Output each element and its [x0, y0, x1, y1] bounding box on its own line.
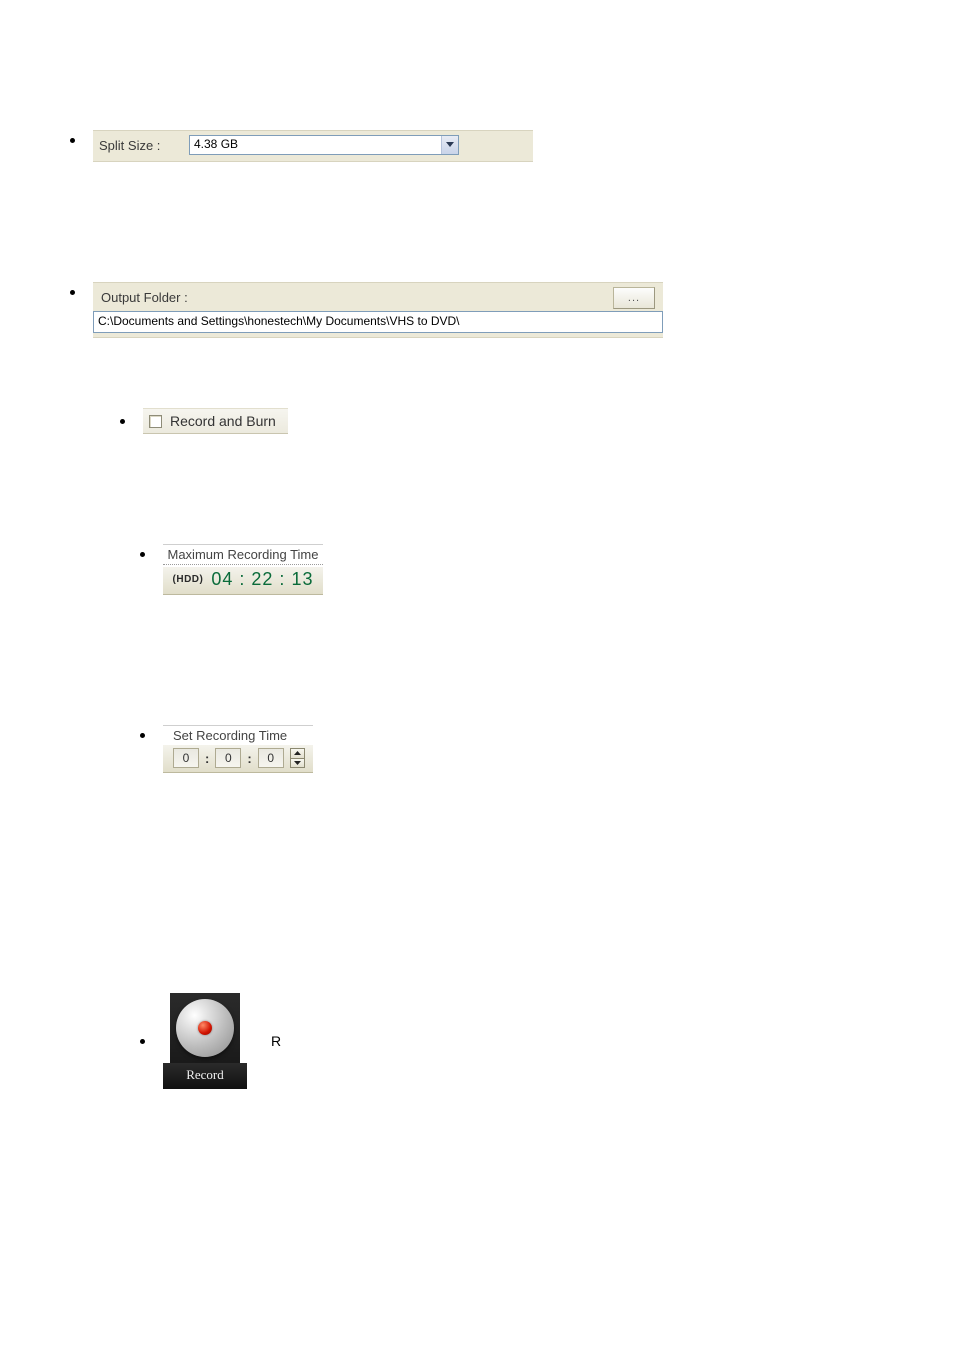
- max-time-seconds: 13: [291, 569, 313, 589]
- spinner-down-button[interactable]: [290, 758, 305, 769]
- max-time-hours: 04: [211, 569, 233, 589]
- bullet-icon: [70, 290, 75, 295]
- output-folder-header: Output Folder : ...: [93, 282, 663, 311]
- empty-bullet: [0, 60, 954, 80]
- dotted-divider: [163, 564, 323, 565]
- browse-button[interactable]: ...: [613, 287, 655, 309]
- bullet-icon: [70, 138, 75, 143]
- panel-bottom-strip: [93, 333, 663, 338]
- record-button[interactable]: Record: [163, 993, 247, 1089]
- maximum-recording-time-title: Maximum Recording Time: [163, 544, 323, 562]
- output-folder-row: Output Folder : ... C:\Documents and Set…: [70, 282, 954, 338]
- empty-bullet-list: [0, 0, 954, 80]
- time-spinner: [290, 748, 305, 768]
- output-folder-label: Output Folder :: [101, 290, 188, 305]
- record-button-caption: Record: [163, 1063, 247, 1089]
- set-recording-time-fields: 0 : 0 : 0: [163, 745, 313, 773]
- record-circle-icon: [176, 999, 234, 1057]
- bullet-icon: [120, 419, 125, 424]
- hdd-label: (HDD): [173, 574, 204, 585]
- record-dot-icon: [198, 1021, 212, 1035]
- record-button-row: Record R: [140, 993, 954, 1089]
- set-recording-time-row: Set Recording Time 0 : 0 : 0: [140, 725, 954, 773]
- split-size-row: Split Size : 4.38 GB: [70, 130, 954, 162]
- record-and-burn-label: Record and Burn: [170, 413, 276, 429]
- record-and-burn-row: Record and Burn: [120, 408, 954, 434]
- empty-bullet: [0, 0, 954, 20]
- bullet-icon: [140, 552, 145, 557]
- split-size-value: 4.38 GB: [190, 136, 441, 154]
- colon-separator: :: [245, 751, 253, 766]
- split-size-panel: Split Size : 4.38 GB: [93, 130, 533, 162]
- record-button-face: [170, 993, 240, 1063]
- chevron-down-icon: [294, 761, 301, 765]
- set-time-hours[interactable]: 0: [173, 748, 199, 768]
- split-size-select[interactable]: 4.38 GB: [189, 135, 459, 155]
- max-time-minutes: 22: [251, 569, 273, 589]
- empty-bullet: [0, 40, 954, 60]
- maximum-recording-time-value: 04 : 22 : 13: [211, 569, 313, 590]
- record-trailing-text: R: [271, 1033, 281, 1049]
- output-folder-panel: Output Folder : ... C:\Documents and Set…: [93, 282, 663, 338]
- bullet-icon: [140, 1039, 145, 1044]
- set-recording-time-box: Set Recording Time 0 : 0 : 0: [163, 725, 313, 773]
- record-and-burn-checkbox[interactable]: [149, 415, 162, 428]
- record-and-burn-box: Record and Burn: [143, 408, 288, 434]
- bullet-icon: [140, 733, 145, 738]
- dropdown-arrow-icon[interactable]: [441, 136, 458, 154]
- output-folder-path-field[interactable]: C:\Documents and Settings\honestech\My D…: [93, 311, 663, 333]
- colon-separator: :: [203, 751, 211, 766]
- maximum-recording-time-box: Maximum Recording Time (HDD) 04 : 22 : 1…: [163, 544, 323, 595]
- empty-bullet: [0, 20, 954, 40]
- split-size-label: Split Size :: [99, 138, 189, 153]
- chevron-up-icon: [294, 751, 301, 755]
- set-time-seconds[interactable]: 0: [258, 748, 284, 768]
- set-recording-time-title: Set Recording Time: [163, 725, 313, 745]
- maximum-recording-time-row: Maximum Recording Time (HDD) 04 : 22 : 1…: [140, 544, 954, 595]
- browse-button-label: ...: [628, 292, 640, 304]
- maximum-recording-time-value-row: (HDD) 04 : 22 : 13: [163, 567, 323, 595]
- set-time-minutes[interactable]: 0: [215, 748, 241, 768]
